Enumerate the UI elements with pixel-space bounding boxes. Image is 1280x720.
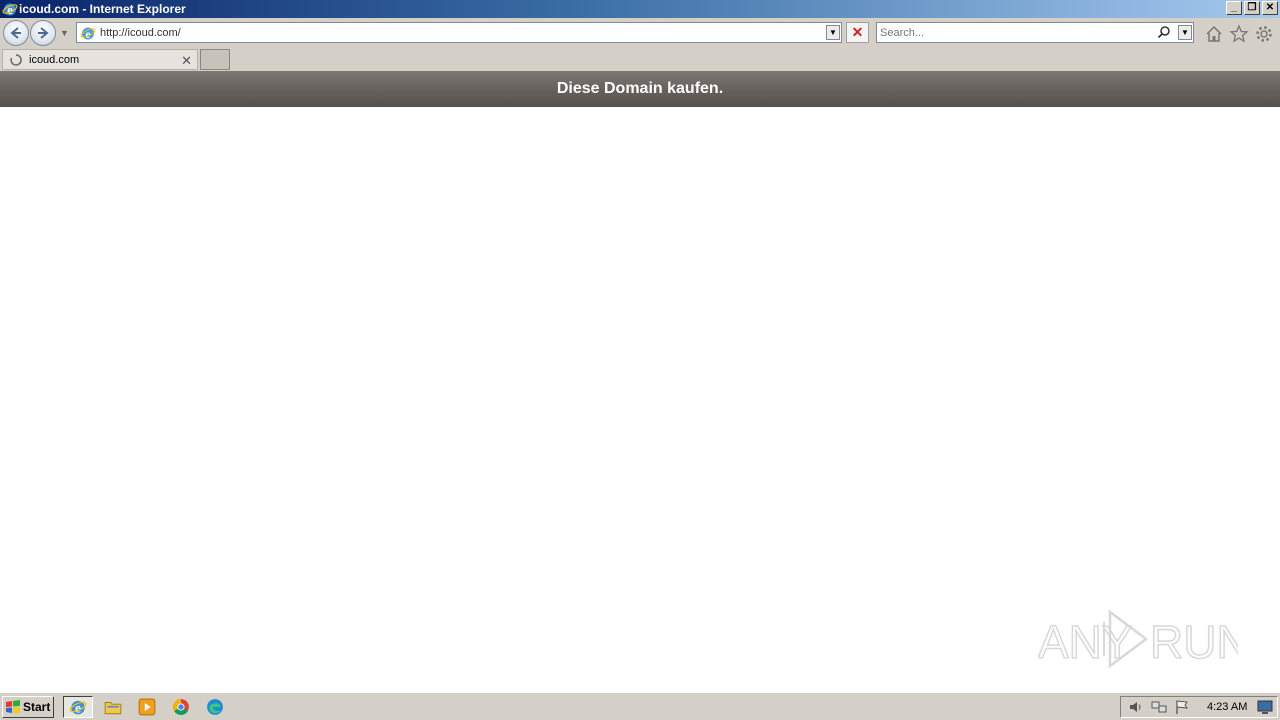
taskbar: Start e 4:23 AM (0, 692, 1280, 720)
stop-loading-button[interactable]: ✕ (846, 22, 869, 43)
taskbar-file-explorer[interactable] (98, 696, 128, 718)
loading-spinner-icon (10, 53, 22, 66)
taskbar-internet-explorer[interactable]: e (63, 696, 93, 718)
start-button[interactable]: Start (2, 696, 54, 718)
restore-button[interactable]: ❐ (1244, 1, 1260, 15)
close-button[interactable]: ✕ (1262, 1, 1278, 15)
navigation-bar: ▼ e http://icoud.com/ ▼ ✕ ▼ (0, 18, 1280, 48)
settings-gear-icon[interactable] (1254, 24, 1274, 44)
tab-bar: icoud.com ✕ (0, 48, 1280, 71)
system-tray: 4:23 AM (1120, 696, 1278, 718)
search-dropdown-button[interactable]: ▼ (1178, 25, 1192, 40)
banner-text[interactable]: Diese Domain kaufen. (557, 80, 723, 98)
tab-close-icon[interactable]: ✕ (181, 53, 192, 69)
buy-domain-banner[interactable]: Diese Domain kaufen. (0, 71, 1280, 107)
taskbar-media-player[interactable] (132, 696, 162, 718)
search-icon[interactable] (1157, 25, 1171, 39)
start-label: Start (23, 700, 51, 714)
media-player-icon (138, 698, 156, 716)
back-button[interactable] (3, 20, 29, 46)
window-titlebar: e icoud.com - Internet Explorer _ ❐ ✕ (0, 0, 1280, 18)
forward-button[interactable] (30, 20, 56, 46)
search-box[interactable]: ▼ (876, 22, 1194, 43)
history-dropdown[interactable]: ▼ (60, 28, 69, 38)
back-arrow-icon (10, 27, 21, 39)
page-content-area (0, 107, 1280, 692)
internet-explorer-icon: e (69, 701, 87, 716)
edge-icon (207, 699, 223, 715)
anyrun-watermark-logo: ANY RUN (1038, 609, 1238, 669)
taskbar-edge[interactable] (200, 696, 230, 718)
show-desktop-icon[interactable] (1257, 699, 1273, 715)
new-tab-button[interactable] (200, 49, 230, 70)
folder-icon (104, 702, 122, 715)
page-favicon-icon: e (80, 27, 96, 41)
favorites-star-icon[interactable] (1229, 24, 1249, 44)
home-icon[interactable] (1204, 24, 1224, 44)
forward-arrow-icon (38, 27, 49, 39)
taskbar-chrome[interactable] (166, 696, 196, 718)
tab-icoud[interactable]: icoud.com ✕ (2, 49, 198, 70)
network-icon[interactable] (1151, 699, 1167, 715)
windows-flag-icon (6, 700, 20, 714)
search-input[interactable] (880, 23, 1150, 42)
clock[interactable]: 4:23 AM (1207, 701, 1247, 713)
address-url[interactable]: http://icoud.com/ (100, 27, 181, 39)
window-controls: _ ❐ ✕ (1226, 1, 1278, 15)
volume-icon[interactable] (1128, 699, 1144, 715)
address-bar[interactable]: e http://icoud.com/ ▼ (76, 22, 842, 43)
internet-explorer-icon: e (2, 2, 18, 17)
svg-text:e: e (7, 2, 13, 17)
address-dropdown-button[interactable]: ▼ (826, 25, 840, 40)
action-center-flag-icon[interactable] (1174, 699, 1190, 715)
minimize-button[interactable]: _ (1226, 1, 1242, 15)
watermark-text-run: RUN (1150, 616, 1238, 668)
chrome-icon (173, 699, 189, 715)
window-title: icoud.com - Internet Explorer (19, 2, 186, 16)
tab-title: icoud.com (29, 53, 80, 66)
